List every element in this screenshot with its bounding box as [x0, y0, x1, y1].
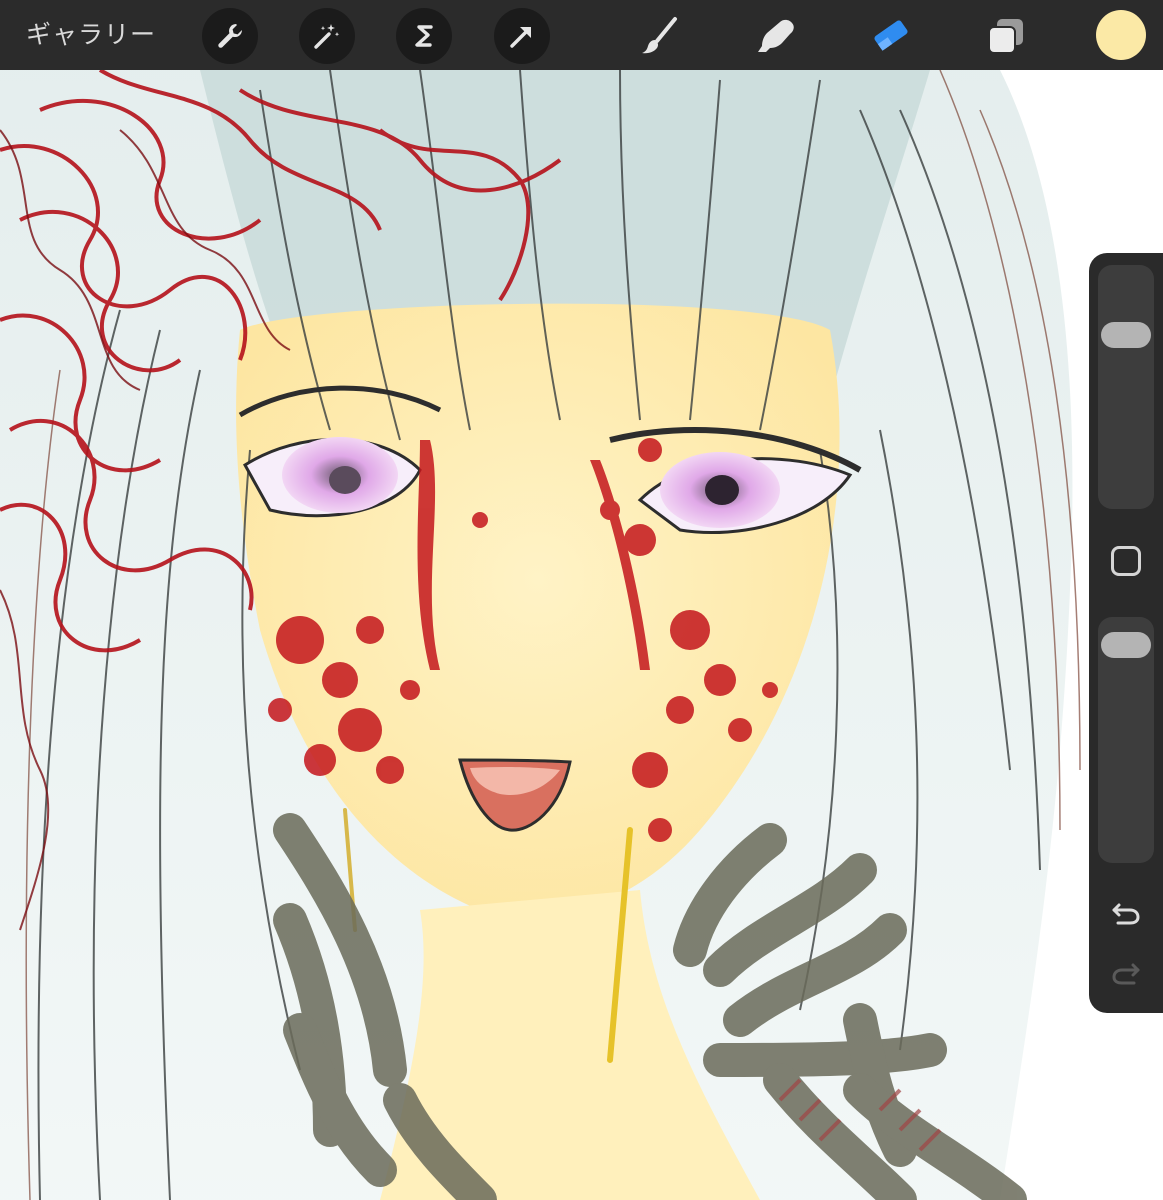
brush-size-handle[interactable]	[1101, 321, 1151, 348]
layers-icon	[988, 19, 1023, 54]
wrench-icon	[218, 24, 243, 48]
opacity-slider[interactable]	[1098, 617, 1154, 863]
opacity-handle[interactable]	[1101, 631, 1151, 658]
modify-button[interactable]	[1111, 546, 1141, 576]
gallery-button[interactable]: ギャラリー	[26, 18, 156, 52]
brush-tool[interactable]	[632, 8, 688, 64]
illustration-artwork	[0, 70, 1081, 1200]
transform-button[interactable]	[494, 8, 550, 64]
undo-button[interactable]	[1109, 896, 1143, 930]
drawing-canvas[interactable]	[0, 70, 1163, 1200]
redo-arrow-icon	[1112, 963, 1140, 985]
adjustments-button[interactable]	[299, 8, 355, 64]
redo-button[interactable]	[1109, 956, 1143, 990]
magic-wand-icon	[314, 24, 340, 49]
undo-arrow-icon	[1112, 903, 1140, 925]
selection-button[interactable]	[396, 8, 452, 64]
top-toolbar: ギャラリー	[0, 0, 1163, 70]
arrow-cursor-icon	[510, 27, 531, 48]
paintbrush-icon	[642, 17, 677, 54]
eraser-tool[interactable]	[862, 8, 918, 64]
brush-sidebar	[1089, 253, 1163, 1013]
smudge-finger-icon	[758, 19, 794, 52]
brush-size-slider[interactable]	[1098, 265, 1154, 509]
actions-button[interactable]	[202, 8, 258, 64]
smudge-tool[interactable]	[747, 8, 803, 64]
eraser-icon	[874, 20, 908, 51]
selection-s-icon	[415, 25, 433, 47]
layers-button[interactable]	[978, 8, 1034, 64]
color-picker-button[interactable]	[1096, 10, 1146, 60]
